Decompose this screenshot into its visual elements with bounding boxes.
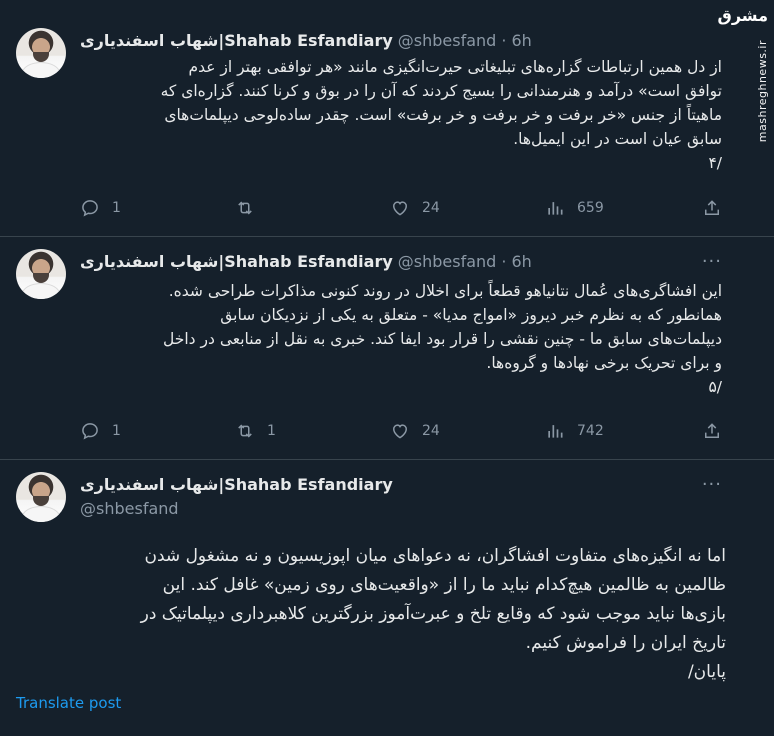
views-count: 742	[577, 423, 604, 439]
tweet-line: تاریخ ایران را فراموش کنیم.	[525, 633, 726, 653]
author-handle[interactable]: @shbesfand	[398, 31, 497, 50]
post-time[interactable]: · 6h	[501, 252, 532, 271]
tweet-line: ماهیتاً از جنس «خر برفت و خر برفت و خر ب…	[164, 106, 722, 124]
views-chart-icon	[548, 425, 563, 438]
author-name[interactable]: شهاب اسفندیاری|Shahab Esfandiary	[80, 252, 393, 271]
reply-button[interactable]: 1	[80, 195, 122, 221]
views-chart-icon	[548, 202, 563, 215]
tweet-text: از دل همین ارتباطات گزاره‌های تبلیغاتی ح…	[80, 55, 722, 175]
author-name[interactable]: شهاب اسفندیاری|Shahab Esfandiary	[80, 475, 393, 494]
tweet-2[interactable]: شهاب اسفندیاری|Shahab Esfandiary @shbesf…	[0, 237, 774, 459]
tweet-line: /۴	[708, 154, 722, 172]
tweet-header: شهاب اسفندیاری|Shahab Esfandiary	[80, 473, 393, 495]
share-icon	[705, 423, 719, 438]
views-button[interactable]: 659	[545, 195, 604, 221]
repost-count: 1	[267, 423, 276, 439]
repost-button[interactable]: 1	[235, 418, 277, 444]
tweet-header: شهاب اسفندیاری|Shahab Esfandiary @shbesf…	[80, 250, 532, 272]
tweet-actions: 1 24 659	[80, 195, 730, 221]
like-count: 24	[422, 423, 440, 439]
heart-icon	[392, 424, 408, 439]
tweet-line: توافق است» درآمد و هنرمندانی را بسیج کرد…	[160, 82, 722, 100]
repost-icon	[238, 201, 252, 215]
repost-button[interactable]	[235, 195, 277, 221]
tweet-header: شهاب اسفندیاری|Shahab Esfandiary @shbesf…	[80, 29, 532, 51]
tweet-1[interactable]: شهاب اسفندیاری|Shahab Esfandiary @shbesf…	[0, 0, 774, 236]
like-button[interactable]: 24	[390, 195, 440, 221]
views-count: 659	[577, 200, 604, 216]
heart-icon	[392, 201, 408, 216]
tweet-text: این افشاگری‌های عُمال نتانیاهو قطعاً برا…	[80, 279, 722, 399]
reply-count: 1	[112, 200, 121, 216]
avatar[interactable]	[16, 472, 66, 522]
tweet-line: پایان/	[687, 662, 726, 682]
like-count: 24	[422, 200, 440, 216]
share-button[interactable]	[702, 195, 734, 221]
author-handle[interactable]: @shbesfand	[398, 252, 497, 271]
tweet-text: اما نه انگیزه‌های متفاوت افشاگران، نه دع…	[16, 542, 726, 687]
tweet-line: دیپلمات‌های سابق ما - چنین نقشی را قرار …	[163, 330, 722, 348]
repost-icon	[238, 424, 252, 438]
avatar[interactable]	[16, 28, 66, 78]
tweet-line: اما نه انگیزه‌های متفاوت افشاگران، نه دع…	[144, 546, 726, 566]
author-handle[interactable]: @shbesfand	[80, 499, 179, 518]
reply-icon	[82, 200, 98, 217]
avatar[interactable]	[16, 249, 66, 299]
like-button[interactable]: 24	[390, 418, 440, 444]
tweet-line: ظالمین به ظالمین هیچ‌کدام نباید ما را از…	[162, 575, 726, 595]
tweet-line: سابق عیان است در این ایمیل‌ها.	[513, 130, 722, 148]
reply-count: 1	[112, 423, 121, 439]
translate-post-link[interactable]: Translate post	[16, 694, 121, 712]
reply-icon	[82, 423, 98, 440]
tweet-line: /۵	[708, 378, 722, 396]
tweet-line: همانطور که به نظرم خبر دیروز «امواج مدیا…	[220, 306, 722, 324]
share-button[interactable]	[702, 418, 734, 444]
views-button[interactable]: 742	[545, 418, 604, 444]
tweet-line: این افشاگری‌های عُمال نتانیاهو قطعاً برا…	[168, 282, 722, 300]
tweet-line: و برای تحریک برخی نهادها و گروه‌ها.	[486, 354, 722, 372]
tweet-actions: 1 1 24 742	[80, 418, 730, 444]
tweet-line: بازی‌ها نباید موجب شود که وقایع تلخ و عب…	[140, 604, 726, 624]
tweet-line: از دل همین ارتباطات گزاره‌های تبلیغاتی ح…	[188, 58, 722, 76]
post-time[interactable]: · 6h	[501, 31, 532, 50]
more-options-icon[interactable]: ···	[702, 474, 722, 495]
reply-button[interactable]: 1	[80, 418, 122, 444]
author-name[interactable]: شهاب اسفندیاری|Shahab Esfandiary	[80, 31, 393, 50]
share-icon	[705, 200, 719, 215]
more-options-icon[interactable]: ···	[702, 251, 722, 272]
